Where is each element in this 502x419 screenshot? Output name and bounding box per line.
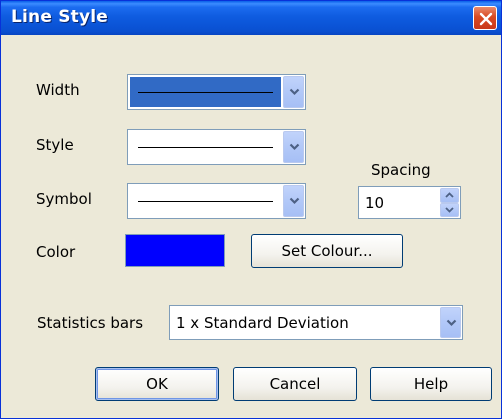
- symbol-selected-value: [130, 186, 281, 216]
- style-label: Style: [36, 136, 74, 154]
- cancel-button[interactable]: Cancel: [233, 367, 357, 401]
- cancel-button-label: Cancel: [269, 375, 321, 393]
- color-swatch: [125, 234, 225, 267]
- dialog-title: Line Style: [11, 7, 109, 27]
- spacing-increment-button[interactable]: [440, 188, 459, 203]
- close-button[interactable]: [473, 6, 497, 30]
- set-colour-button-label: Set Colour...: [281, 242, 373, 260]
- style-selected-value: [130, 132, 281, 162]
- spacing-label: Spacing: [371, 161, 431, 179]
- ok-button[interactable]: OK: [95, 367, 219, 401]
- close-icon: [479, 12, 493, 26]
- spacing-spinner[interactable]: 10: [358, 186, 461, 219]
- statistics-bars-combo[interactable]: 1 x Standard Deviation: [169, 305, 463, 340]
- color-label: Color: [36, 243, 76, 261]
- dialog-body: Width Style Spacing 10 Symbol Color Set …: [4, 35, 498, 416]
- chevron-down-icon: [289, 88, 300, 96]
- set-colour-button[interactable]: Set Colour...: [251, 234, 403, 268]
- title-bar[interactable]: Line Style: [1, 1, 501, 35]
- arrow-down-icon: [445, 207, 454, 213]
- style-combo[interactable]: [127, 129, 306, 165]
- width-label: Width: [36, 81, 80, 99]
- spacing-spin-buttons: [440, 188, 459, 217]
- help-button-label: Help: [413, 375, 449, 393]
- width-combo[interactable]: [127, 74, 306, 110]
- ok-button-label: OK: [146, 375, 168, 393]
- symbol-dropdown-button[interactable]: [283, 185, 304, 217]
- chevron-down-icon: [289, 197, 300, 205]
- width-line-sample: [138, 92, 273, 93]
- width-dropdown-button[interactable]: [283, 76, 304, 108]
- help-button[interactable]: Help: [370, 367, 492, 401]
- line-style-dialog: Line Style Width Style Spacing 10 Symbol…: [0, 0, 502, 419]
- width-selected-value: [130, 77, 281, 107]
- chevron-down-icon: [289, 143, 300, 151]
- style-line-sample: [138, 147, 273, 148]
- arrow-up-icon: [445, 192, 454, 198]
- statistics-bars-label: Statistics bars: [37, 314, 144, 332]
- statistics-bars-value: 1 x Standard Deviation: [176, 313, 349, 332]
- spacing-value: 10: [365, 193, 385, 212]
- symbol-label: Symbol: [36, 190, 92, 208]
- spacing-decrement-button[interactable]: [440, 202, 459, 217]
- chevron-down-icon: [446, 319, 457, 326]
- symbol-line-sample: [138, 201, 273, 202]
- style-dropdown-button[interactable]: [283, 131, 304, 163]
- symbol-combo[interactable]: [127, 183, 306, 219]
- statistics-bars-dropdown-button[interactable]: [440, 307, 461, 338]
